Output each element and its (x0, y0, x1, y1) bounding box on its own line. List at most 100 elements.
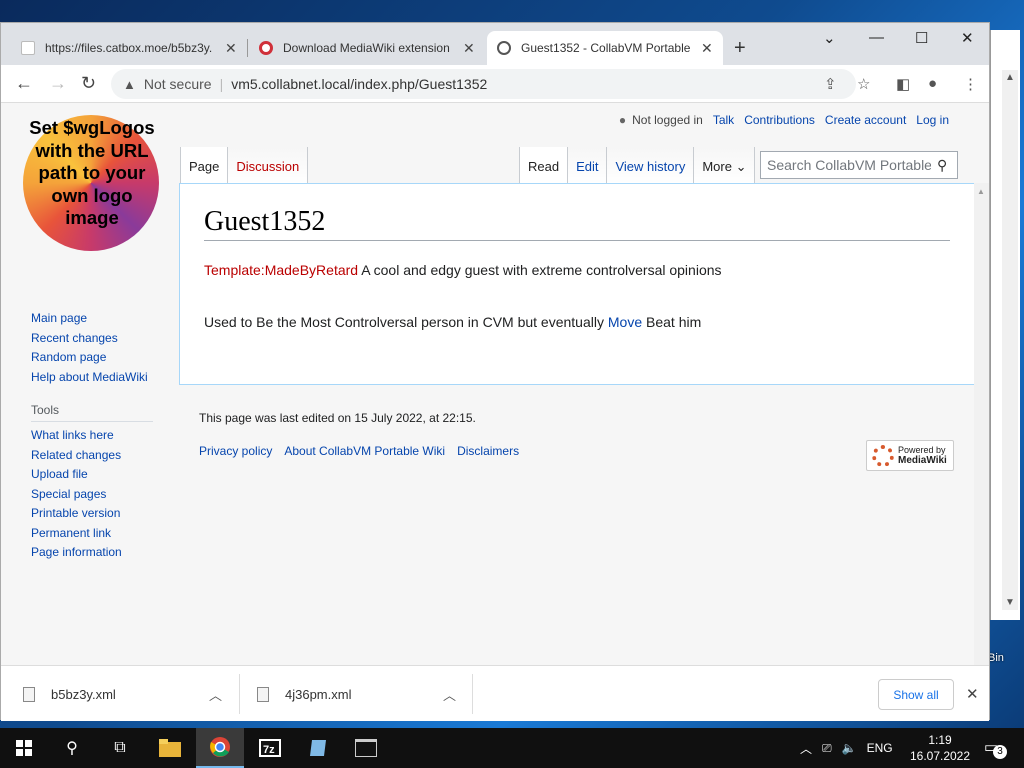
more-menu[interactable]: More ⌄ (694, 147, 756, 184)
tab-guest1352[interactable]: Guest1352 - CollabVM Portable ✕ (487, 31, 723, 65)
contributions-link[interactable]: Contributions (744, 113, 815, 127)
disclaimers-link[interactable]: Disclaimers (457, 444, 519, 458)
tools-portlet: What links here Related changes Upload f… (31, 426, 122, 563)
task-view-icon[interactable]: ⧉ (96, 728, 144, 768)
page-scrollbar[interactable]: ▲ ▼ (974, 183, 989, 683)
tool-what-links-here[interactable]: What links here (31, 426, 122, 446)
scroll-down-icon[interactable]: ▼ (1005, 597, 1015, 608)
close-tab-icon[interactable]: ✕ (701, 40, 713, 57)
bookmark-star-icon[interactable]: ☆ (857, 75, 870, 93)
more-label: More (702, 159, 732, 174)
volume-icon[interactable]: 🔈 (842, 741, 857, 755)
tab-search-chevron-icon[interactable]: ⌄ (823, 29, 836, 47)
warning-triangle-icon[interactable]: ▲ (123, 77, 136, 92)
search-icon[interactable]: ⚲ (937, 157, 947, 174)
side-panel-icon[interactable]: ◧ (896, 75, 910, 93)
profile-icon[interactable]: ● (928, 75, 937, 92)
powered-by-mediawiki-badge[interactable]: Powered by MediaWiki (866, 440, 954, 471)
tab-view-history[interactable]: View history (607, 147, 695, 184)
chevron-up-icon[interactable]: ︿ (800, 740, 812, 757)
about-link[interactable]: About CollabVM Portable Wiki (284, 444, 445, 458)
download-filename: b5bz3y.xml (51, 686, 116, 702)
divider (472, 674, 473, 714)
new-tab-button[interactable]: + (734, 37, 746, 60)
security-label[interactable]: Not secure (144, 76, 212, 92)
nav-help[interactable]: Help about MediaWiki (31, 368, 148, 388)
file-explorer-icon[interactable] (146, 728, 194, 768)
close-download-bar-icon[interactable]: ✕ (966, 685, 979, 703)
privacy-policy-link[interactable]: Privacy policy (199, 444, 272, 458)
tab-read[interactable]: Read (519, 147, 569, 184)
tool-upload-file[interactable]: Upload file (31, 465, 122, 485)
file-icon (23, 686, 35, 702)
namespace-tabs: Page Discussion (180, 147, 309, 184)
talk-link[interactable]: Talk (713, 113, 734, 127)
command-prompt-icon[interactable] (342, 728, 390, 768)
close-tab-icon[interactable]: ✕ (225, 40, 237, 57)
chevron-up-icon[interactable]: ︿ (209, 685, 222, 704)
notepad-icon[interactable] (294, 728, 342, 768)
minimize-icon[interactable]: — (869, 29, 884, 46)
wiki-logo[interactable]: Set $wgLogos with the URL path to your o… (23, 115, 161, 251)
chrome-icon[interactable] (196, 728, 244, 768)
file-icon (257, 686, 269, 702)
network-icon[interactable]: ⎚ (822, 741, 832, 756)
move-link[interactable]: Move (608, 314, 642, 330)
nav-main-page[interactable]: Main page (31, 309, 148, 329)
paragraph-1: Template:MadeByRetard A cool and edgy gu… (204, 262, 722, 278)
tab-title: Guest1352 - CollabVM Portable (521, 41, 691, 55)
url-text[interactable]: vm5.collabnet.local/index.php/Guest1352 (231, 76, 487, 92)
wiki-search-input[interactable]: Search CollabVM Portable Wiki ⚲ (760, 151, 958, 179)
notification-count: 3 (993, 745, 1007, 759)
web-page: Set $wgLogos with the URL path to your o… (1, 103, 989, 683)
tab-mediawiki-extension[interactable]: Download MediaWiki extension ✕ (249, 31, 485, 65)
search-icon[interactable]: ⚲ (48, 728, 96, 768)
close-tab-icon[interactable]: ✕ (463, 40, 475, 57)
recycle-bin-label[interactable]: Bin (988, 652, 1004, 664)
tool-related-changes[interactable]: Related changes (31, 446, 122, 466)
address-bar[interactable]: ▲ Not secure | vm5.collabnet.local/index… (111, 69, 856, 99)
tab-edit[interactable]: Edit (568, 147, 608, 184)
powered-by-text: Powered by MediaWiki (898, 445, 947, 466)
back-arrow-icon[interactable]: ← (15, 73, 33, 94)
svg-text:7z: 7z (263, 744, 275, 756)
menu-kebab-icon[interactable]: ⋮ (963, 75, 978, 93)
forward-arrow-icon[interactable]: → (49, 73, 67, 94)
nav-recent-changes[interactable]: Recent changes (31, 329, 148, 349)
chevron-up-icon[interactable]: ︿ (443, 685, 456, 704)
scroll-up-icon[interactable]: ▲ (977, 187, 985, 196)
show-all-button[interactable]: Show all (878, 679, 954, 710)
tab-catbox[interactable]: https://files.catbox.moe/b5bz3y. ✕ (11, 31, 247, 65)
language-indicator[interactable]: ENG (867, 741, 893, 755)
start-windows-icon[interactable] (0, 728, 48, 768)
paragraph-1-text: A cool and edgy guest with extreme contr… (358, 262, 722, 278)
maximize-icon[interactable]: ☐ (915, 29, 928, 47)
xml-file-icon (21, 41, 35, 55)
template-link[interactable]: Template:MadeByRetard (204, 262, 358, 278)
create-account-link[interactable]: Create account (825, 113, 906, 127)
clock[interactable]: 1:19 16.07.2022 (908, 732, 972, 764)
nav-random-page[interactable]: Random page (31, 348, 148, 368)
tool-permanent-link[interactable]: Permanent link (31, 524, 122, 544)
log-in-link[interactable]: Log in (916, 113, 949, 127)
share-icon[interactable]: ⇪ (824, 75, 837, 93)
download-item-1[interactable]: b5bz3y.xml ︿ (23, 666, 233, 722)
download-bar: b5bz3y.xml ︿ 4j36pm.xml ︿ Show all ✕ (1, 665, 989, 721)
opera-red-icon (259, 41, 273, 55)
7zip-icon[interactable]: 7z (246, 728, 294, 768)
footer-links: Privacy policy About CollabVM Portable W… (199, 444, 531, 458)
download-item-2[interactable]: 4j36pm.xml ︿ (257, 666, 467, 722)
tool-printable-version[interactable]: Printable version (31, 504, 122, 524)
scroll-up-icon[interactable]: ▲ (1005, 72, 1015, 83)
tool-page-information[interactable]: Page information (31, 543, 122, 563)
tab-page[interactable]: Page (180, 147, 229, 184)
notification-center-icon[interactable]: ▭ 3 (984, 738, 1007, 759)
logo-text: Set $wgLogos with the URL path to your o… (29, 117, 155, 228)
user-icon: ● (618, 113, 627, 127)
reload-icon[interactable]: ↻ (81, 73, 96, 94)
personal-tools: ● Not logged in Talk Contributions Creat… (619, 113, 959, 127)
tab-discussion[interactable]: Discussion (228, 147, 309, 184)
tool-special-pages[interactable]: Special pages (31, 485, 122, 505)
close-window-icon[interactable]: ✕ (961, 29, 974, 47)
background-window-scrollbar[interactable]: ▲ ▼ (1002, 70, 1018, 610)
